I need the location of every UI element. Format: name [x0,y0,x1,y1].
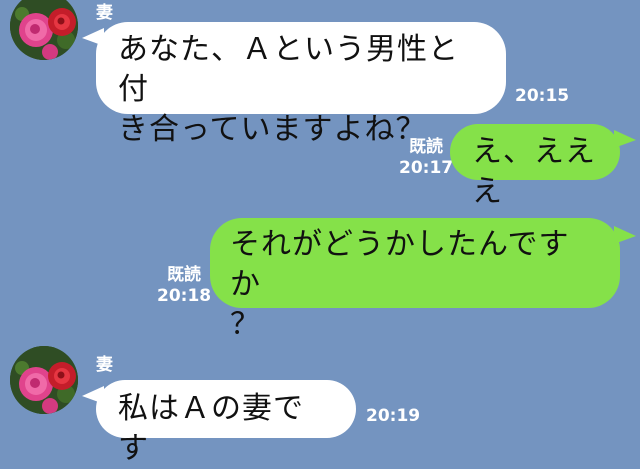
message-time: 20:18 [157,286,212,306]
message-line: それがどうかしたんですか [230,227,570,302]
message-time: 20:15 [515,86,570,106]
read-receipt: 既読 20:17 [399,137,453,179]
message-bubble-outgoing[interactable]: それがどうかしたんですか ？ [210,218,620,342]
avatar[interactable] [10,346,78,414]
read-label: 既読 [409,137,444,157]
read-receipt: 既読 20:18 [157,265,211,307]
sender-name: 妻 [96,355,113,375]
rose-avatar-icon [10,0,78,60]
message-bubble-incoming[interactable]: あなた、Ａという男性と付 き合っていますよね？ [96,22,506,147]
message-line: ？ [230,307,261,342]
message-time: 20:17 [399,158,454,178]
sender-name: 妻 [96,3,113,23]
bubble-tail [614,130,636,148]
message-line: あなた、Ａという男性と付 [118,32,459,107]
message-time: 20:19 [366,406,421,426]
message-bubble-incoming[interactable]: 私はＡの妻です [96,380,356,466]
read-label: 既読 [167,265,202,285]
chat-area: 妻 あなた、Ａという男性と付 き合っていますよね？ 20:15 既読 20:17… [0,0,640,466]
message-text: 私はＡの妻です [118,391,304,466]
message-text: え、えええ [472,134,596,209]
message-bubble-outgoing[interactable]: え、えええ [450,124,620,209]
avatar[interactable] [10,0,78,60]
bubble-tail [614,226,636,244]
rose-avatar-icon [10,346,78,414]
